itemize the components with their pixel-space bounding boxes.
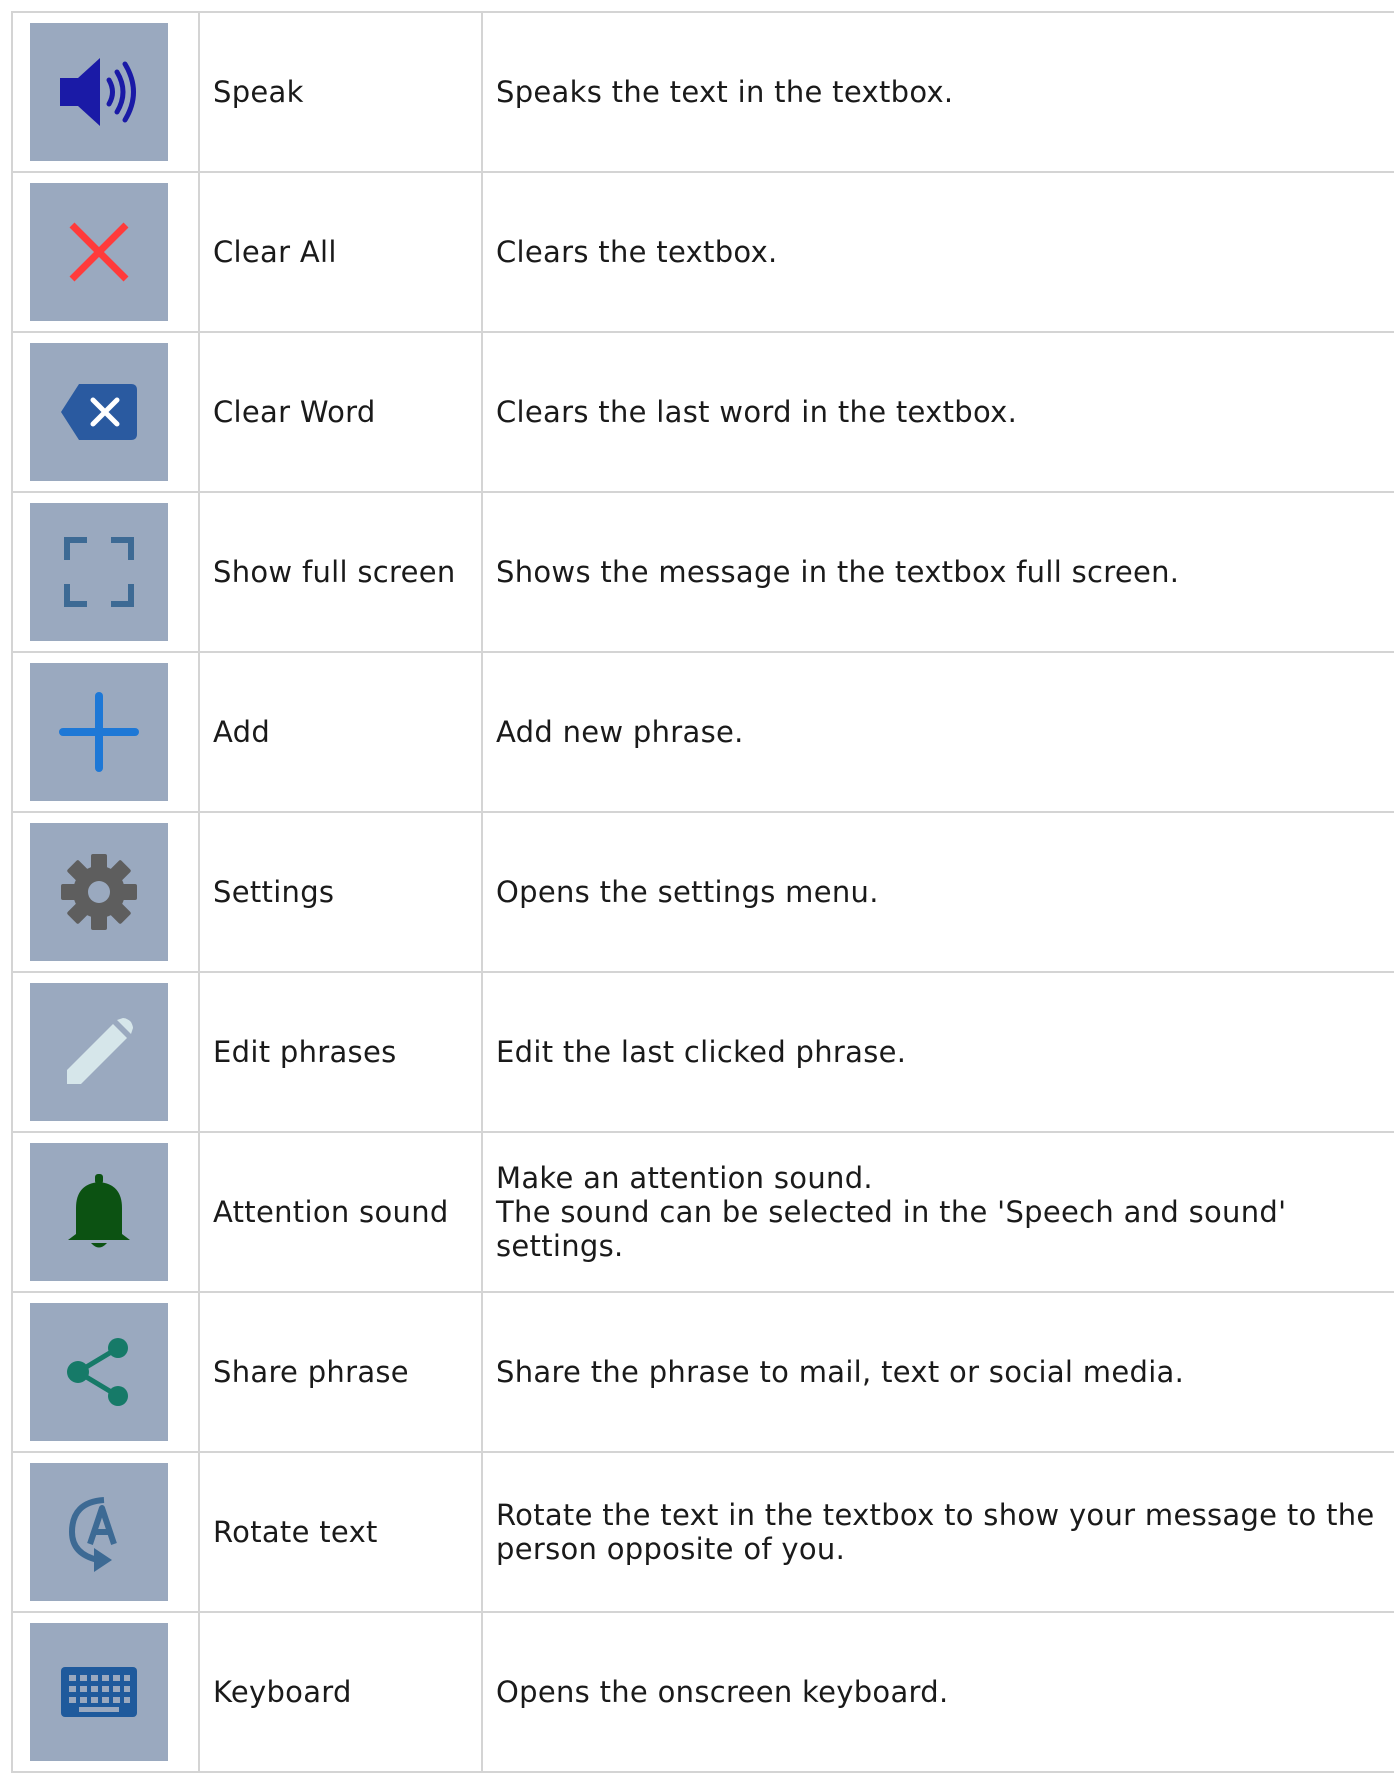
share-icon xyxy=(67,1338,128,1406)
keyboard-icon-tile xyxy=(30,1623,168,1761)
backspace-icon xyxy=(61,384,137,440)
command-name: Add xyxy=(200,653,483,811)
table-row: Speak Speaks the text in the textbox. xyxy=(13,13,1394,173)
backspace-icon-tile xyxy=(30,343,168,481)
gear-icon xyxy=(61,854,137,930)
table-row: Share phrase Share the phrase to mail, t… xyxy=(13,1293,1394,1453)
command-name: Clear All xyxy=(200,173,483,331)
table-row: Clear Word Clears the last word in the t… xyxy=(13,333,1394,493)
command-description: Add new phrase. xyxy=(496,715,744,749)
command-description: Clears the last word in the textbox. xyxy=(496,395,1018,429)
table-row: Show full screen Shows the message in th… xyxy=(13,493,1394,653)
fullscreen-icon xyxy=(64,537,134,607)
gear-icon-tile xyxy=(30,823,168,961)
command-description: Edit the last clicked phrase. xyxy=(496,1035,907,1069)
speaker-icon-tile xyxy=(30,23,168,161)
command-description: Clears the textbox. xyxy=(496,235,778,269)
share-icon-tile xyxy=(30,1303,168,1441)
command-description: Shows the message in the textbox full sc… xyxy=(496,555,1180,589)
command-description: person opposite of you. xyxy=(496,1532,846,1566)
table-row: Keyboard Opens the onscreen keyboard. xyxy=(13,1613,1394,1773)
rotate-text-icon xyxy=(68,1497,117,1572)
bell-icon xyxy=(68,1174,130,1248)
command-name: Settings xyxy=(200,813,483,971)
table-row: Add Add new phrase. xyxy=(13,653,1394,813)
command-description: Rotate the text in the textbox to show y… xyxy=(496,1498,1375,1532)
speaker-icon xyxy=(60,58,136,126)
command-description: The sound can be selected in the 'Speech… xyxy=(496,1195,1287,1263)
keyboard-icon xyxy=(61,1667,137,1717)
plus-icon xyxy=(59,692,139,772)
command-description: Make an attention sound. xyxy=(496,1161,873,1195)
commands-table: Speak Speaks the text in the textbox. Cl… xyxy=(11,11,1394,1773)
table-row: Clear All Clears the textbox. xyxy=(13,173,1394,333)
command-name: Rotate text xyxy=(200,1453,483,1611)
command-description: Opens the settings menu. xyxy=(496,875,879,909)
command-description: Share the phrase to mail, text or social… xyxy=(496,1355,1185,1389)
close-icon xyxy=(69,222,129,282)
command-name: Keyboard xyxy=(200,1613,483,1771)
table-row: Attention sound Make an attention sound.… xyxy=(13,1133,1394,1293)
table-row: Settings Opens the settings menu. xyxy=(13,813,1394,973)
command-name: Edit phrases xyxy=(200,973,483,1131)
pencil-icon-tile xyxy=(30,983,168,1121)
command-description: Opens the onscreen keyboard. xyxy=(496,1675,949,1709)
command-name: Attention sound xyxy=(200,1133,483,1291)
rotate-text-icon-tile xyxy=(30,1463,168,1601)
pencil-icon xyxy=(67,1018,133,1084)
close-icon-tile xyxy=(30,183,168,321)
command-name: Speak xyxy=(200,13,483,171)
command-name: Share phrase xyxy=(200,1293,483,1451)
bell-icon-tile xyxy=(30,1143,168,1281)
table-row: Rotate text Rotate the text in the textb… xyxy=(13,1453,1394,1613)
table-row: Edit phrases Edit the last clicked phras… xyxy=(13,973,1394,1133)
command-description: Speaks the text in the textbox. xyxy=(496,75,954,109)
command-name: Show full screen xyxy=(200,493,483,651)
plus-icon-tile xyxy=(30,663,168,801)
command-name: Clear Word xyxy=(200,333,483,491)
fullscreen-icon-tile xyxy=(30,503,168,641)
